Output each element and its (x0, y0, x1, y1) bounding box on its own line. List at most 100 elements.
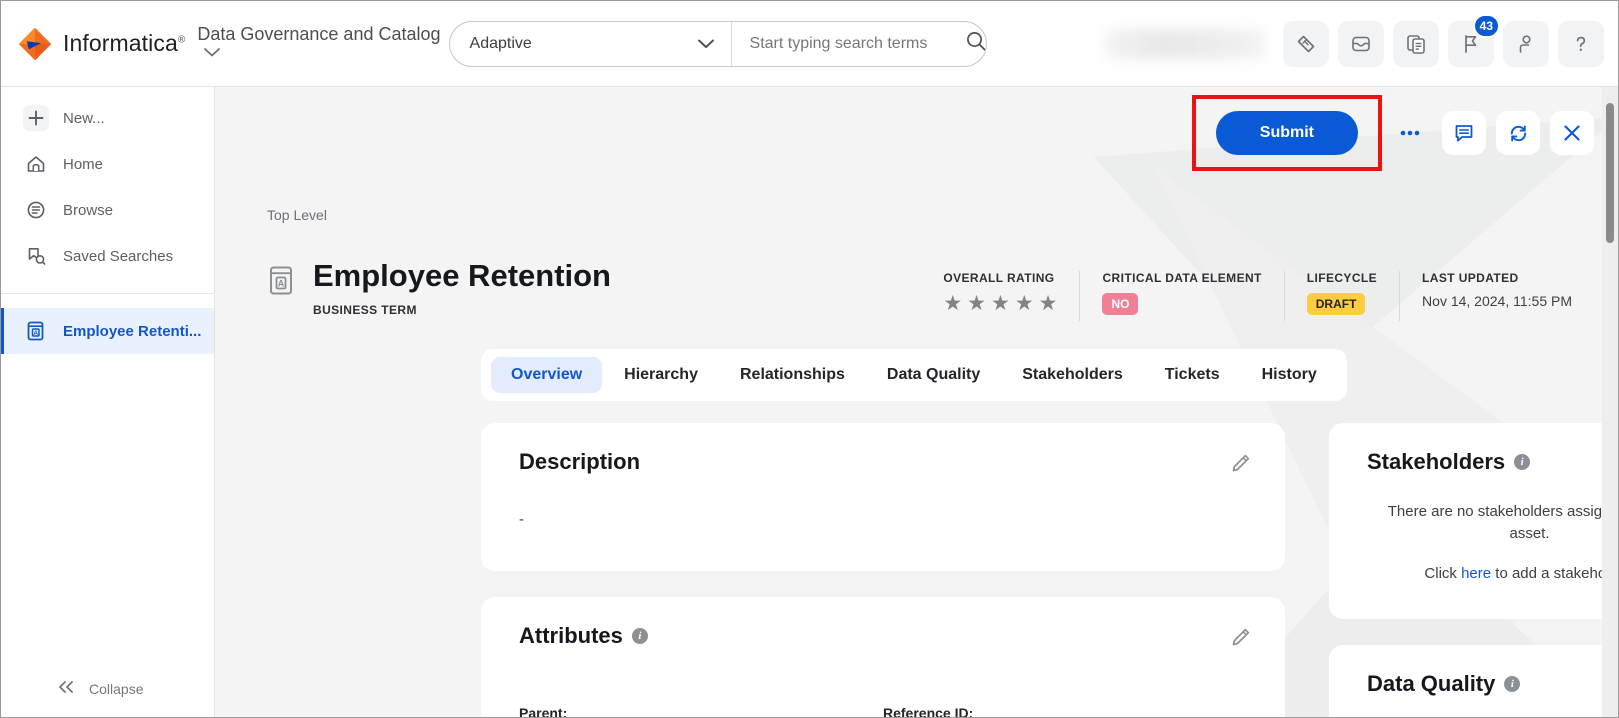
star-icon: ★ (1038, 292, 1058, 315)
sidebar-item-employee-retention[interactable]: A Employee Retenti... (1, 308, 214, 354)
tab-data-quality[interactable]: Data Quality (867, 357, 1000, 393)
sidebar-item-label: Browse (63, 201, 114, 219)
sidebar-item-browse[interactable]: Browse (1, 187, 214, 233)
tab-tickets[interactable]: Tickets (1145, 357, 1240, 393)
home-icon (23, 151, 49, 177)
plus-icon (23, 105, 49, 131)
stakeholders-empty-message: There are no stakeholders assigned to th… (1387, 503, 1618, 542)
user-icon[interactable] (1503, 20, 1549, 67)
tab-relationships[interactable]: Relationships (720, 357, 865, 393)
page-title: Employee Retention (313, 258, 611, 293)
add-stakeholder-link[interactable]: here (1461, 565, 1491, 582)
search-icon[interactable] (965, 30, 986, 57)
flag-icon[interactable]: 43 (1448, 13, 1500, 67)
add-prompt-suffix: to add a stakeholder. (1495, 564, 1618, 582)
brand-name: Informatica® (63, 30, 185, 57)
description-value: - (519, 511, 524, 528)
meta-last-updated: LAST UPDATED Nov 14, 2024, 11:55 PM (1399, 271, 1594, 321)
meta-value: DRAFT (1306, 293, 1377, 316)
chevron-down-icon (203, 46, 221, 63)
brand-logo[interactable]: Informatica® (17, 26, 185, 62)
tab-overview[interactable]: Overview (491, 357, 603, 393)
star-icon: ★ (967, 292, 986, 315)
tab-hierarchy[interactable]: Hierarchy (604, 357, 718, 393)
comments-button[interactable] (1442, 111, 1486, 155)
business-term-icon: A (267, 265, 297, 302)
card-title-text: Stakeholders (1367, 449, 1506, 474)
edit-description-button[interactable] (1229, 451, 1253, 480)
user-name-redacted (1105, 28, 1265, 59)
comment-icon (1455, 125, 1473, 142)
search-input[interactable] (749, 34, 957, 53)
status-badge: DRAFT (1306, 293, 1366, 316)
notification-badge: 43 (1472, 13, 1500, 38)
card-title: Stakeholders i (1367, 449, 1618, 475)
sidebar-collapse-label: Collapse (89, 680, 144, 697)
asset-type-label: BUSINESS TERM (313, 303, 417, 318)
sidebar-item-label: Home (63, 155, 104, 173)
meta-value: ★ ★ ★ ★ ★ (943, 293, 1057, 314)
info-icon[interactable]: i (1514, 454, 1531, 470)
sidebar-item-new[interactable]: New... (1, 95, 214, 141)
chevron-double-left-icon (57, 680, 77, 697)
info-icon[interactable]: i (631, 628, 648, 644)
copy-documents-icon[interactable] (1393, 20, 1439, 67)
description-card: Description - (481, 423, 1285, 571)
application-window: Informatica® Data Governance and Catalog… (0, 0, 1619, 718)
ellipsis-icon (1400, 130, 1420, 136)
attributes-grid: Parent: Reference ID: - BT-9 (519, 705, 1247, 717)
star-icon: ★ (943, 292, 963, 315)
help-icon[interactable] (1558, 20, 1604, 67)
saved-searches-icon (23, 243, 49, 269)
top-navigation-bar: Informatica® Data Governance and Catalog… (1, 1, 1618, 87)
product-name: Data Governance and Catalog (197, 23, 441, 44)
submit-highlight-box: Submit (1191, 95, 1382, 171)
refresh-button[interactable] (1496, 111, 1540, 155)
overview-right-column: Stakeholders i There are no stakeholders… (1329, 423, 1618, 717)
tab-history[interactable]: History (1242, 357, 1337, 393)
search-scope-value[interactable]: Adaptive (450, 22, 682, 66)
sidebar-item-saved-searches[interactable]: Saved Searches (1, 233, 214, 279)
info-icon[interactable]: i (1504, 676, 1521, 692)
meta-overall-rating: OVERALL RATING ★ ★ ★ ★ ★ (921, 271, 1079, 321)
close-button[interactable] (1550, 111, 1594, 155)
meta-lifecycle: LIFECYCLE DRAFT (1283, 271, 1399, 321)
left-sidebar: New... Home Browse Saved Searches A Empl… (1, 87, 215, 717)
brand-trademark: ® (177, 34, 186, 46)
add-prompt-prefix: Click (1424, 564, 1462, 582)
main-content: Submit Top Level A Employee Retention BU… (215, 87, 1618, 717)
more-actions-button[interactable] (1388, 111, 1432, 155)
sidebar-item-label: New... (63, 109, 105, 127)
meta-label: CRITICAL DATA ELEMENT (1102, 271, 1262, 285)
product-switcher[interactable]: Data Governance and Catalog (197, 23, 441, 63)
page-action-bar: Submit (1191, 95, 1594, 171)
meta-label: LIFECYCLE (1306, 271, 1378, 285)
search-scope-chevron-down-icon[interactable] (682, 21, 732, 66)
refresh-icon (1510, 124, 1526, 142)
asset-title-group: A Employee Retention BUSINESS TERM (267, 258, 611, 318)
meta-value: Nov 14, 2024, 11:55 PM (1422, 293, 1572, 309)
inbox-icon[interactable] (1338, 20, 1384, 67)
tab-stakeholders[interactable]: Stakeholders (1002, 357, 1142, 393)
content-scrollbar[interactable] (1602, 87, 1618, 717)
sidebar-item-home[interactable]: Home (1, 141, 214, 187)
overview-left-column: Description - Attributes i Parent: Refer… (481, 423, 1285, 717)
scrollbar-thumb[interactable] (1606, 103, 1614, 243)
attribute-label: Parent: (519, 705, 568, 717)
card-title: Attributes i (519, 623, 1247, 649)
meta-label: LAST UPDATED (1422, 271, 1519, 285)
breadcrumb[interactable]: Top Level (267, 207, 327, 223)
asset-tabs: Overview Hierarchy Relationships Data Qu… (481, 349, 1347, 401)
edit-attributes-button[interactable] (1229, 625, 1253, 654)
card-title-text: Attributes (519, 623, 623, 648)
meta-label: OVERALL RATING (943, 271, 1055, 285)
pencil-icon (1232, 454, 1250, 472)
ticket-icon[interactable] (1283, 20, 1329, 67)
sidebar-collapse-button[interactable]: Collapse (1, 680, 214, 697)
stakeholders-card: Stakeholders i There are no stakeholders… (1329, 423, 1618, 619)
submit-button[interactable]: Submit (1215, 111, 1358, 155)
informatica-logo-icon (18, 27, 52, 60)
star-rating[interactable]: ★ ★ ★ ★ ★ (943, 293, 1057, 314)
brand-name-text: Informatica (63, 30, 178, 56)
attributes-card: Attributes i Parent: Reference ID: - BT-… (481, 597, 1285, 717)
